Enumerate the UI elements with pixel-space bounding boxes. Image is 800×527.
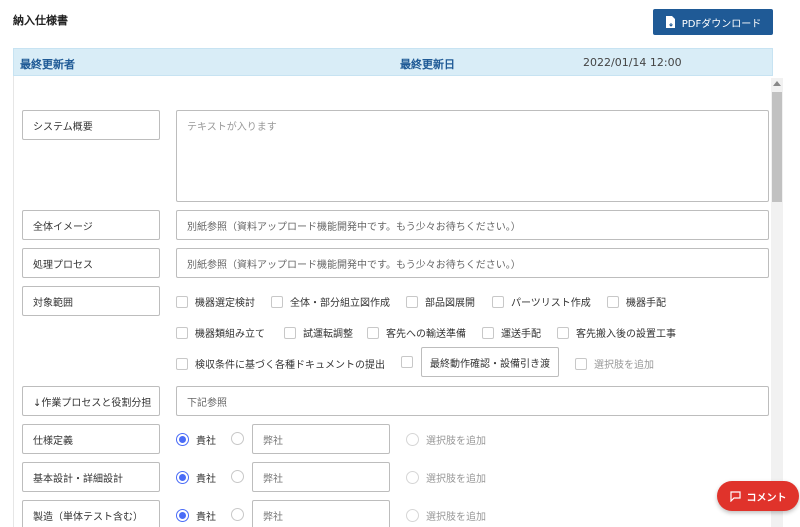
- radio[interactable]: [231, 470, 244, 483]
- system-overview-textarea[interactable]: テキストが入ります: [176, 110, 769, 202]
- other-company-input[interactable]: 弊社: [252, 462, 390, 492]
- scope-option[interactable]: 客先搬入後の設置工事: [557, 325, 676, 340]
- last-updated-date-value: 2022/01/14 12:00: [583, 56, 682, 69]
- role-label-spec: 仕様定義: [22, 424, 160, 454]
- system-overview-label: システム概要: [22, 110, 160, 140]
- final-check-handover-option[interactable]: 最終動作確認・設備引き渡: [421, 347, 559, 377]
- system-overview-placeholder: テキストが入ります: [187, 122, 277, 133]
- scope-option[interactable]: 機器選定検討: [176, 294, 255, 309]
- scope-option[interactable]: 試運転調整: [284, 325, 353, 340]
- checkbox[interactable]: [176, 326, 188, 339]
- scope-option-label: 客先搬入後の設置工事: [576, 329, 676, 340]
- process-label: 処理プロセス: [22, 248, 160, 278]
- pdf-button-label: PDFダウンロード: [681, 18, 762, 30]
- pdf-file-icon: [665, 16, 675, 28]
- radio[interactable]: [406, 471, 419, 484]
- checkbox[interactable]: [406, 295, 418, 308]
- radio[interactable]: [231, 432, 244, 445]
- radio[interactable]: [406, 433, 419, 446]
- scope-option[interactable]: 機器類組み立て: [176, 325, 265, 340]
- comment-button[interactable]: コメント: [717, 481, 799, 511]
- overall-image-label: 全体イメージ: [22, 210, 160, 240]
- scope-option-label: 機器手配: [626, 298, 666, 309]
- scrollbar-thumb[interactable]: [772, 92, 782, 202]
- overall-image-input[interactable]: 別紙参照（資料アップロード機能開発中です。もう少々お待ちください。）: [176, 210, 769, 240]
- comment-button-label: コメント: [746, 492, 787, 504]
- checkbox[interactable]: [492, 295, 504, 308]
- scope-option[interactable]: 全体・部分組立図作成: [271, 294, 390, 309]
- other-company-input[interactable]: 弊社: [252, 500, 390, 527]
- radio-other[interactable]: [231, 470, 244, 483]
- radio-other[interactable]: [231, 432, 244, 445]
- radio-other[interactable]: [231, 508, 244, 521]
- add-option-radio[interactable]: 選択肢を追加: [406, 508, 486, 523]
- pdf-download-button[interactable]: PDFダウンロード: [653, 9, 773, 35]
- page-title: 納入仕様書: [13, 14, 68, 27]
- radio-label: 貴社: [196, 436, 216, 447]
- scope-option-label: 試運転調整: [303, 329, 353, 340]
- scope-option-label: 客先への輸送準備: [386, 329, 466, 340]
- checkbox[interactable]: [367, 326, 379, 339]
- radio[interactable]: [231, 508, 244, 521]
- scope-option-label: 検収条件に基づく各種ドキュメントの提出: [195, 360, 385, 371]
- checkbox[interactable]: [557, 326, 569, 339]
- top-bar: 納入仕様書 PDFダウンロード: [0, 0, 800, 42]
- radio-selected[interactable]: [176, 433, 189, 446]
- checkbox[interactable]: [607, 295, 619, 308]
- scope-option[interactable]: 機器手配: [607, 294, 666, 309]
- checkbox[interactable]: [401, 356, 413, 368]
- comment-icon: [729, 490, 741, 502]
- scope-option-label: 運送手配: [501, 329, 541, 340]
- last-updated-by-label: 最終更新者: [20, 58, 75, 71]
- checkbox[interactable]: [482, 326, 494, 339]
- add-option-label: 選択肢を追加: [426, 512, 486, 523]
- other-company-input[interactable]: 弊社: [252, 424, 390, 454]
- checkbox[interactable]: [575, 357, 587, 370]
- work-process-label: ↓作業プロセスと役割分担: [22, 386, 160, 416]
- role-label-manufacturing: 製造（単体テスト含む）: [22, 500, 160, 527]
- work-process-input[interactable]: 下記参照: [176, 386, 769, 416]
- checkbox[interactable]: [271, 295, 283, 308]
- last-updated-date-label: 最終更新日: [400, 58, 455, 71]
- radio-own-company[interactable]: 貴社: [176, 508, 216, 523]
- scope-option[interactable]: 客先への輸送準備: [367, 325, 466, 340]
- scope-label: 対象範囲: [22, 286, 160, 316]
- scope-add-option[interactable]: 選択肢を追加: [575, 356, 654, 371]
- add-option-label: 選択肢を追加: [426, 436, 486, 447]
- scope-option-label: パーツリスト作成: [511, 298, 591, 309]
- role-label-design: 基本設計・詳細設計: [22, 462, 160, 492]
- meta-bar: 最終更新者 最終更新日 2022/01/14 12:00: [13, 48, 773, 76]
- checkbox[interactable]: [176, 295, 188, 308]
- radio-label: 貴社: [196, 474, 216, 485]
- radio-own-company[interactable]: 貴社: [176, 470, 216, 485]
- scope-option[interactable]: 部品図展開: [406, 294, 475, 309]
- scroll-up-arrow-icon[interactable]: [773, 81, 781, 86]
- scope-option-label: 機器類組み立て: [195, 329, 265, 340]
- radio-own-company[interactable]: 貴社: [176, 432, 216, 447]
- radio-label: 貴社: [196, 512, 216, 523]
- add-option-label: 選択肢を追加: [426, 474, 486, 485]
- checkbox[interactable]: [284, 326, 296, 339]
- process-input[interactable]: 別紙参照（資料アップロード機能開発中です。もう少々お待ちください。）: [176, 248, 769, 278]
- scope-option[interactable]: パーツリスト作成: [492, 294, 591, 309]
- radio[interactable]: [406, 509, 419, 522]
- scope-option-label: 部品図展開: [425, 298, 475, 309]
- radio-selected[interactable]: [176, 471, 189, 484]
- scope-option-label: 全体・部分組立図作成: [290, 298, 390, 309]
- radio-selected[interactable]: [176, 509, 189, 522]
- scope-option-label: 機器選定検討: [195, 298, 255, 309]
- scrollbar[interactable]: [771, 78, 783, 527]
- add-option-radio[interactable]: 選択肢を追加: [406, 432, 486, 447]
- add-option-label: 選択肢を追加: [594, 360, 654, 371]
- scope-option[interactable]: 検収条件に基づく各種ドキュメントの提出: [176, 356, 385, 371]
- checkbox[interactable]: [176, 357, 188, 370]
- scope-option[interactable]: 運送手配: [482, 325, 541, 340]
- scope-option-extra[interactable]: [401, 356, 413, 368]
- add-option-radio[interactable]: 選択肢を追加: [406, 470, 486, 485]
